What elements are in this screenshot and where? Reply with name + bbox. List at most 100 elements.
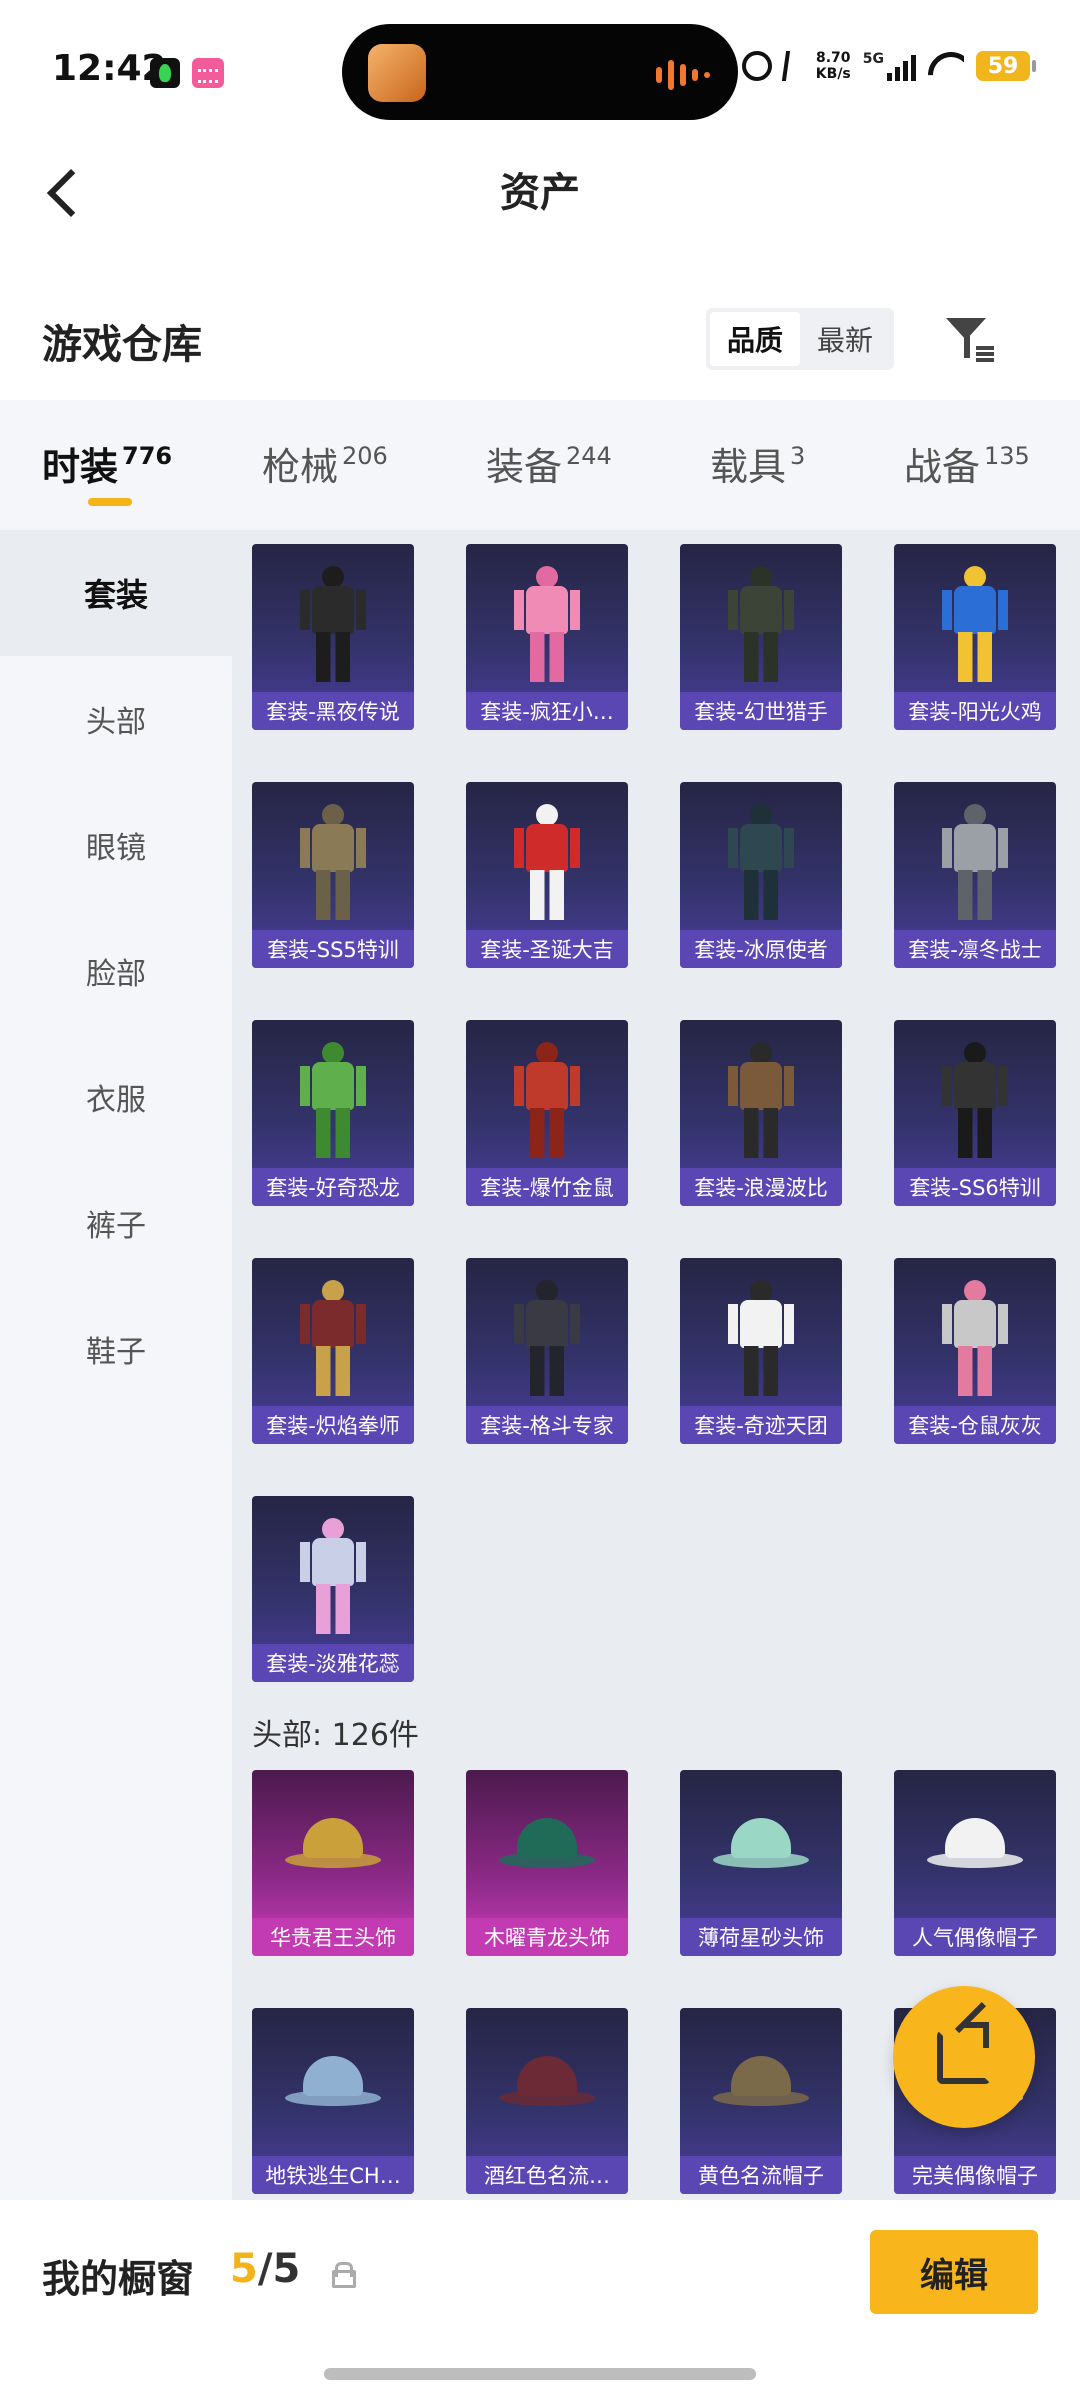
item-label: 薄荷星砂头饰: [680, 1918, 842, 1956]
suit-item-card[interactable]: 套装-阳光火鸡: [894, 544, 1056, 730]
net-speed-value: 8.70: [816, 50, 851, 66]
tab-supplies[interactable]: 战备 135: [904, 436, 1030, 491]
outfit-figure: [288, 804, 378, 922]
head-item-card[interactable]: 黄色名流帽子: [680, 2008, 842, 2194]
head-item-card[interactable]: 地铁逃生CH…: [252, 2008, 414, 2194]
sort-by-quality[interactable]: 品质: [710, 312, 800, 366]
headwear-image: [713, 1818, 809, 1878]
tab-count: 776: [122, 442, 173, 470]
wifi-icon: [928, 52, 964, 80]
outfit-figure: [288, 1518, 378, 1636]
tab-vehicles[interactable]: 载具 3: [710, 436, 805, 491]
nav-item-suits[interactable]: 套装: [0, 530, 232, 656]
outfit-figure: [716, 1280, 806, 1398]
tab-equipment[interactable]: 装备 244: [486, 436, 612, 491]
head-item-card[interactable]: 酒红色名流…: [466, 2008, 628, 2194]
tab-fashion[interactable]: 时装 776: [42, 436, 172, 491]
suit-item-card[interactable]: 套装-圣诞大吉: [466, 782, 628, 968]
suit-item-card[interactable]: 套装-淡雅花蕊: [252, 1496, 414, 1682]
head-item-card[interactable]: 人气偶像帽子: [894, 1770, 1056, 1956]
suit-item-card[interactable]: 套装-SS6特训: [894, 1020, 1056, 1206]
suit-item-card[interactable]: 套装-SS5特训: [252, 782, 414, 968]
edit-button[interactable]: 编辑: [870, 2230, 1038, 2314]
tab-count: 135: [984, 442, 1030, 470]
net-speed: 8.70 KB/s: [816, 50, 851, 82]
outfit-figure: [716, 804, 806, 922]
nav-item-shoes[interactable]: 鞋子: [0, 1286, 232, 1412]
head-item-card[interactable]: 华贵君王头饰: [252, 1770, 414, 1956]
showcase-max: 5: [272, 2246, 301, 2292]
suit-item-card[interactable]: 套装-格斗专家: [466, 1258, 628, 1444]
status-bar: 12:42 8.70 KB/s 5G 59: [0, 0, 1080, 140]
item-label: 套装-疯狂小…: [466, 692, 628, 730]
item-label: 套装-圣诞大吉: [466, 930, 628, 968]
battery-icon: 59: [976, 51, 1036, 81]
showcase-label: 我的橱窗: [42, 2257, 195, 2301]
headwear-image: [713, 2056, 809, 2116]
app-header: 资产: [0, 140, 1080, 250]
showcase-current: 5: [230, 2246, 258, 2292]
item-label: 套装-炽焰拳师: [252, 1406, 414, 1444]
nav-item-pants[interactable]: 裤子: [0, 1160, 232, 1286]
item-label: 套装-好奇恐龙: [252, 1168, 414, 1206]
item-label: 华贵君王头饰: [252, 1918, 414, 1956]
tab-count: 244: [566, 442, 612, 470]
suit-item-card[interactable]: 套装-黑夜传说: [252, 544, 414, 730]
suit-item-card[interactable]: 套装-幻世猎手: [680, 544, 842, 730]
nav-item-face[interactable]: 脸部: [0, 908, 232, 1034]
suit-item-card[interactable]: 套装-仓鼠灰灰: [894, 1258, 1056, 1444]
head-item-card[interactable]: 薄荷星砂头饰: [680, 1770, 842, 1956]
item-label: 套装-幻世猎手: [680, 692, 842, 730]
head-item-card[interactable]: 木曜青龙头饰: [466, 1770, 628, 1956]
sort-by-newest[interactable]: 最新: [800, 312, 890, 366]
outfit-figure: [502, 1280, 592, 1398]
headwear-image: [285, 1818, 381, 1878]
suit-item-card[interactable]: 套装-好奇恐龙: [252, 1020, 414, 1206]
video-app-icon: [192, 58, 224, 88]
headwear-image: [285, 2056, 381, 2116]
item-label: 黄色名流帽子: [680, 2156, 842, 2194]
nav-item-glasses[interactable]: 眼镜: [0, 782, 232, 908]
outfit-figure: [502, 566, 592, 684]
item-label: 套装-SS5特训: [252, 930, 414, 968]
category-tabs: 时装 776 枪械 206 装备 244 载具 3 战备 135: [0, 400, 1080, 530]
share-button[interactable]: [893, 1986, 1035, 2128]
suit-item-card[interactable]: 套装-冰原使者: [680, 782, 842, 968]
outfit-figure: [930, 1280, 1020, 1398]
suit-item-card[interactable]: 套装-爆竹金鼠: [466, 1020, 628, 1206]
suit-item-card[interactable]: 套装-炽焰拳师: [252, 1258, 414, 1444]
item-label: 套装-冰原使者: [680, 930, 842, 968]
suit-item-card[interactable]: 套装-奇迹天团: [680, 1258, 842, 1444]
item-label: 酒红色名流…: [466, 2156, 628, 2194]
sort-toggle: 品质 最新: [706, 308, 894, 370]
nav-item-clothes[interactable]: 衣服: [0, 1034, 232, 1160]
item-label: 套装-格斗专家: [466, 1406, 628, 1444]
tab-firearms[interactable]: 枪械 206: [262, 436, 388, 491]
network-type: 5G: [862, 51, 884, 67]
lock-icon: [330, 2262, 356, 2288]
tab-label: 战备: [904, 445, 981, 489]
suit-item-card[interactable]: 套装-浪漫波比: [680, 1020, 842, 1206]
active-tab-indicator: [88, 498, 132, 506]
item-label: 套装-浪漫波比: [680, 1168, 842, 1206]
item-label: 套装-黑夜传说: [252, 692, 414, 730]
item-label: 套装-仓鼠灰灰: [894, 1406, 1056, 1444]
item-label: 套装-淡雅花蕊: [252, 1644, 414, 1682]
outfit-figure: [288, 1042, 378, 1160]
item-label: 套装-爆竹金鼠: [466, 1168, 628, 1206]
outfit-figure: [716, 566, 806, 684]
home-indicator[interactable]: [324, 2368, 756, 2380]
subcategory-nav: 套装 头部 眼镜 脸部 衣服 裤子 鞋子: [0, 530, 232, 2200]
tab-label: 载具: [710, 445, 787, 489]
warehouse-header: 游戏仓库 品质 最新: [0, 290, 1080, 390]
outfit-figure: [288, 1280, 378, 1398]
filter-icon[interactable]: [942, 314, 998, 366]
item-label: 完美偶像帽子: [894, 2156, 1056, 2194]
nav-item-head[interactable]: 头部: [0, 656, 232, 782]
showcase-bar: 我的橱窗 5/5 编辑: [0, 2200, 1080, 2400]
showcase-separator: /: [257, 2246, 273, 2292]
dynamic-island[interactable]: [342, 24, 738, 120]
suit-item-card[interactable]: 套装-疯狂小…: [466, 544, 628, 730]
suit-item-card[interactable]: 套装-凛冬战士: [894, 782, 1056, 968]
status-icons: 8.70 KB/s 5G 59: [741, 50, 1036, 82]
